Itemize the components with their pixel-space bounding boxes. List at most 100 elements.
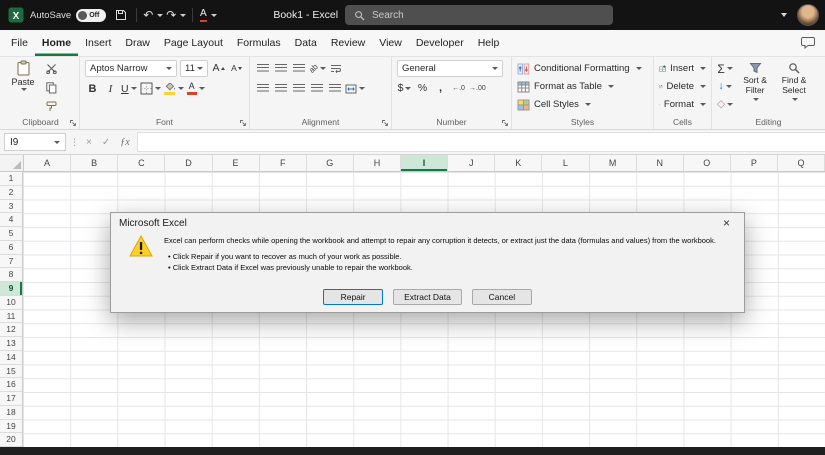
format-as-table-button[interactable]: Format as Table — [517, 78, 648, 95]
column-header-d[interactable]: D — [165, 155, 212, 171]
alignment-dialog-launcher[interactable] — [381, 119, 389, 127]
menu-tab-file[interactable]: File — [4, 30, 35, 56]
column-header-q[interactable]: Q — [778, 155, 825, 171]
italic-button[interactable]: I — [103, 80, 118, 97]
row-header-20[interactable]: 20 — [0, 433, 22, 447]
row-header-10[interactable]: 10 — [0, 296, 22, 310]
conditional-formatting-button[interactable]: Conditional Formatting — [517, 60, 648, 77]
row-header-2[interactable]: 2 — [0, 186, 22, 200]
save-button[interactable] — [112, 4, 130, 26]
menu-tab-data[interactable]: Data — [288, 30, 324, 56]
name-box[interactable]: I9 — [4, 133, 66, 151]
comments-button[interactable] — [801, 36, 815, 54]
top-align-button[interactable] — [255, 60, 270, 77]
cut-button[interactable] — [44, 60, 59, 77]
paste-button[interactable]: Paste — [7, 60, 39, 114]
borders-button[interactable] — [140, 80, 161, 97]
menu-tab-review[interactable]: Review — [324, 30, 372, 56]
decrease-font-size-button[interactable]: A — [229, 60, 244, 77]
font-color-button[interactable]: A — [187, 80, 205, 97]
column-header-n[interactable]: N — [637, 155, 684, 171]
menu-tab-view[interactable]: View — [372, 30, 409, 56]
bottom-align-button[interactable] — [291, 60, 306, 77]
column-header-o[interactable]: O — [684, 155, 731, 171]
row-header-8[interactable]: 8 — [0, 268, 22, 282]
number-dialog-launcher[interactable] — [501, 119, 509, 127]
chevron-down-icon[interactable] — [211, 14, 217, 17]
decrease-indent-button[interactable] — [309, 80, 324, 97]
find-select-button[interactable]: Find & Select — [777, 60, 811, 114]
row-header-14[interactable]: 14 — [0, 351, 22, 365]
search-input[interactable]: Search — [345, 5, 613, 25]
column-header-a[interactable]: A — [24, 155, 71, 171]
wrap-text-button[interactable] — [329, 60, 344, 77]
autosave-control[interactable]: AutoSave Off — [30, 9, 106, 22]
row-header-3[interactable]: 3 — [0, 200, 22, 214]
row-header-15[interactable]: 15 — [0, 365, 22, 379]
font-name-select[interactable]: Aptos Narrow — [85, 60, 177, 77]
row-header-17[interactable]: 17 — [0, 392, 22, 406]
menu-tab-help[interactable]: Help — [471, 30, 507, 56]
chevron-down-icon[interactable] — [157, 14, 163, 17]
align-left-button[interactable] — [255, 80, 270, 97]
row-header-19[interactable]: 19 — [0, 420, 22, 434]
user-avatar[interactable] — [797, 4, 819, 26]
font-color-qat-button[interactable]: A — [199, 4, 217, 26]
copy-button[interactable] — [44, 79, 59, 96]
dialog-close-button[interactable]: × — [717, 214, 736, 232]
insert-cells-button[interactable]: Insert — [659, 60, 706, 77]
menu-tab-draw[interactable]: Draw — [118, 30, 157, 56]
column-header-l[interactable]: L — [542, 155, 589, 171]
autosave-toggle[interactable]: Off — [76, 9, 106, 22]
row-header-12[interactable]: 12 — [0, 323, 22, 337]
increase-indent-button[interactable] — [327, 80, 342, 97]
extract-data-button[interactable]: Extract Data — [393, 289, 462, 305]
row-header-11[interactable]: 11 — [0, 310, 22, 324]
font-size-select[interactable]: 11 — [180, 60, 208, 77]
row-header-7[interactable]: 7 — [0, 255, 22, 269]
column-header-k[interactable]: K — [495, 155, 542, 171]
column-header-b[interactable]: B — [71, 155, 118, 171]
chevron-down-icon[interactable] — [180, 14, 186, 17]
row-header-6[interactable]: 6 — [0, 241, 22, 255]
clipboard-dialog-launcher[interactable] — [69, 119, 77, 127]
percent-style-button[interactable]: % — [415, 80, 430, 97]
column-header-m[interactable]: M — [590, 155, 637, 171]
column-header-p[interactable]: P — [731, 155, 778, 171]
format-painter-button[interactable] — [44, 98, 59, 115]
clear-button[interactable]: ◇ — [717, 96, 733, 113]
column-header-h[interactable]: H — [354, 155, 401, 171]
row-header-4[interactable]: 4 — [0, 213, 22, 227]
bold-button[interactable]: B — [85, 80, 100, 97]
merge-center-button[interactable] — [345, 80, 365, 97]
chevron-down-icon[interactable] — [21, 88, 27, 91]
insert-function-icon[interactable]: ƒx — [117, 137, 132, 148]
enter-entry-icon[interactable]: ✓ — [99, 137, 113, 148]
cancel-button[interactable]: Cancel — [472, 289, 532, 305]
menu-tab-insert[interactable]: Insert — [78, 30, 118, 56]
menu-tab-developer[interactable]: Developer — [409, 30, 471, 56]
number-format-select[interactable]: General — [397, 60, 503, 77]
row-header-5[interactable]: 5 — [0, 227, 22, 241]
fill-button[interactable]: ↓ — [717, 78, 733, 95]
middle-align-button[interactable] — [273, 60, 288, 77]
decrease-decimal-button[interactable]: →.00 — [469, 80, 486, 97]
repair-button[interactable]: Repair — [323, 289, 383, 305]
column-header-c[interactable]: C — [118, 155, 165, 171]
select-all-button[interactable] — [0, 155, 24, 171]
column-header-g[interactable]: G — [307, 155, 354, 171]
row-header-18[interactable]: 18 — [0, 406, 22, 420]
redo-button[interactable]: ↷ — [166, 4, 186, 26]
underline-button[interactable]: U — [121, 80, 137, 97]
comma-style-button[interactable]: , — [433, 80, 448, 97]
name-box-resizer[interactable]: ⋮ — [70, 137, 79, 148]
column-header-j[interactable]: J — [448, 155, 495, 171]
row-header-9[interactable]: 9 — [0, 282, 22, 296]
cell-styles-button[interactable]: Cell Styles — [517, 96, 648, 113]
row-header-16[interactable]: 16 — [0, 378, 22, 392]
row-header-13[interactable]: 13 — [0, 337, 22, 351]
chevron-down-icon[interactable] — [54, 141, 60, 144]
column-header-i[interactable]: I — [401, 155, 448, 171]
autosum-button[interactable]: Σ — [717, 60, 733, 77]
orientation-button[interactable]: ab — [309, 60, 326, 77]
